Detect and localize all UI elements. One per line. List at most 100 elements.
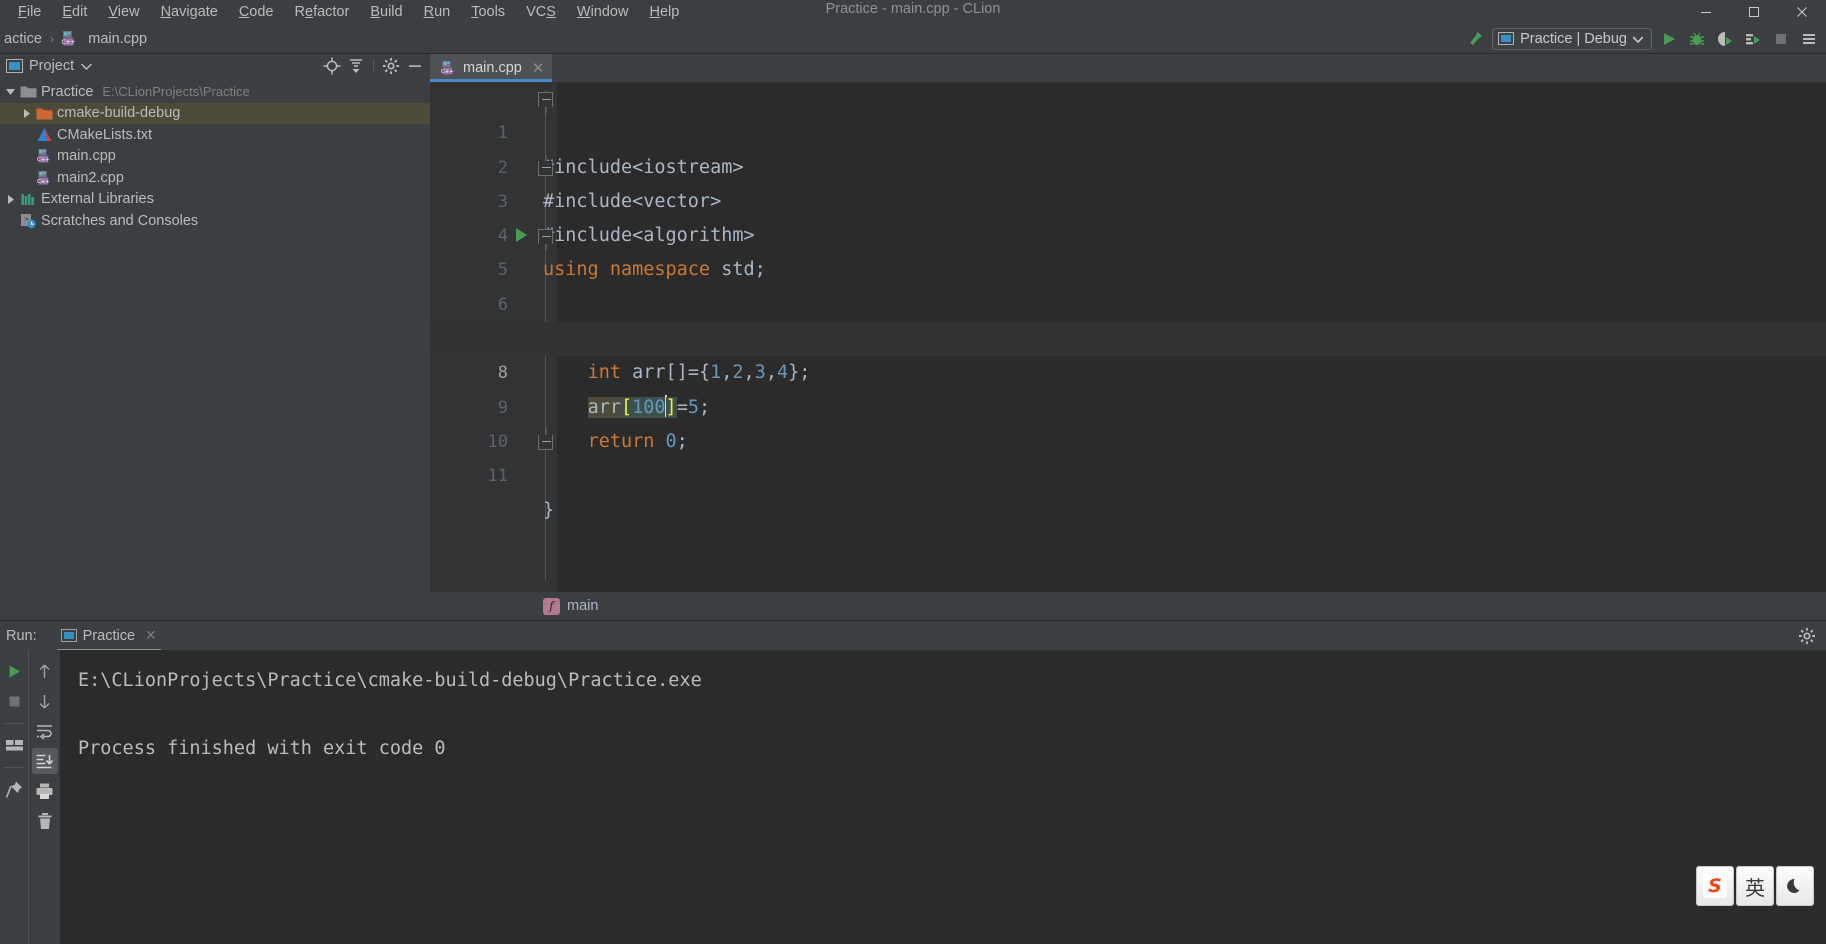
- fold-marker-open-icon[interactable]: [538, 229, 553, 245]
- hammer-icon[interactable]: [1464, 28, 1486, 50]
- menu-window-mnemonic: W: [576, 4, 591, 20]
- svg-text:C++: C++: [441, 69, 454, 75]
- console-output[interactable]: E:\CLionProjects\Practice\cmake-build-de…: [60, 650, 1826, 944]
- hide-icon[interactable]: [404, 55, 426, 77]
- menu-refactor-mnemonic: e: [304, 4, 314, 20]
- project-panel-title: Project: [29, 58, 75, 74]
- stop-icon[interactable]: [1770, 28, 1792, 50]
- chevron-down-icon: [1633, 35, 1643, 43]
- project-window-icon: [6, 58, 23, 74]
- code-line-10: 10: [430, 391, 1826, 452]
- collapsed-arrow-icon[interactable]: [18, 108, 34, 119]
- down-arrow-icon[interactable]: [32, 688, 58, 714]
- editor-tab-main-cpp[interactable]: C++ main.cpp ✕: [430, 54, 553, 82]
- code-editor[interactable]: 1 #include<iostream> 2 #include<vector> …: [430, 82, 1826, 620]
- layout-icon[interactable]: [1, 732, 27, 758]
- menu-tools-rest: ools: [478, 4, 506, 20]
- menu-navigate[interactable]: Navigate: [151, 2, 228, 22]
- rerun-icon[interactable]: [1, 658, 27, 684]
- run-right-toolbar: [28, 650, 60, 944]
- cpp-file-icon: C++: [34, 148, 54, 164]
- menu-view-rest: iew: [117, 4, 140, 20]
- run-tab-practice[interactable]: Practice ✕: [55, 621, 163, 651]
- gear-icon[interactable]: [1796, 625, 1818, 647]
- menu-vcs[interactable]: VCS: [516, 2, 566, 22]
- tree-label-external-libraries: External Libraries: [41, 191, 154, 208]
- fold-marker-open-icon[interactable]: [538, 92, 553, 107]
- run-with-coverage-icon[interactable]: [1714, 28, 1736, 50]
- menu-vcs-mnemonic: S: [546, 4, 556, 20]
- sogou-logo-icon: S: [1703, 874, 1727, 898]
- pin-icon[interactable]: [1, 776, 27, 802]
- tree-node-scratches[interactable]: >_ Scratches and Consoles: [0, 210, 430, 232]
- ime-mode-label: 英: [1745, 875, 1765, 900]
- search-everywhere-icon[interactable]: [1798, 28, 1820, 50]
- folder-orange-icon: [34, 106, 54, 121]
- run-configuration-selector[interactable]: Practice | Debug: [1492, 28, 1652, 50]
- settings-icon[interactable]: [380, 55, 402, 77]
- menu-refactor[interactable]: Refactor: [285, 2, 360, 22]
- fold-marker-close-icon[interactable]: [538, 160, 553, 176]
- menu-run[interactable]: Run: [414, 2, 461, 22]
- menu-file[interactable]: File: [8, 2, 51, 22]
- divider: [4, 723, 24, 724]
- ime-mode-button[interactable]: 英: [1736, 866, 1774, 906]
- maximize-button[interactable]: [1730, 0, 1778, 24]
- editor-breadcrumb-label[interactable]: main: [567, 598, 598, 614]
- cpp-file-icon: C++: [58, 28, 80, 50]
- menu-help-mnemonic: H: [649, 4, 660, 20]
- console-scrollbar[interactable]: [1813, 680, 1826, 944]
- close-icon[interactable]: ✕: [145, 627, 157, 644]
- minimize-button[interactable]: [1682, 0, 1730, 24]
- tree-node-cmake-build-debug[interactable]: cmake-build-debug: [0, 102, 430, 124]
- menu-edit[interactable]: Edit: [52, 2, 97, 22]
- menu-view[interactable]: View: [98, 2, 149, 22]
- menu-window[interactable]: Window: [567, 2, 639, 22]
- code-line-5: 5 int main(): [430, 219, 1826, 349]
- cmake-icon: [34, 127, 54, 143]
- ime-logo-button[interactable]: S: [1696, 866, 1734, 906]
- profile-icon[interactable]: [1742, 28, 1764, 50]
- tree-node-cmakelists[interactable]: CMakeLists.txt: [0, 124, 430, 146]
- close-button[interactable]: [1778, 0, 1826, 24]
- locate-icon[interactable]: [321, 55, 343, 77]
- ime-moon-button[interactable]: [1776, 866, 1814, 906]
- main-toolbar: Practice | Debug: [1464, 24, 1820, 54]
- menu-help[interactable]: Help: [639, 2, 689, 22]
- run-tool-window: Run: Practice ✕ E:\CLionProjects\Practic…: [0, 620, 1826, 944]
- collapsed-arrow-icon[interactable]: [2, 194, 18, 205]
- chevron-down-icon[interactable]: [81, 62, 93, 70]
- code-line-2: 2 #include<vector>: [430, 116, 1826, 212]
- up-arrow-icon[interactable]: [32, 658, 58, 684]
- run-gutter-icon[interactable]: [516, 228, 527, 243]
- collapse-all-icon[interactable]: [345, 55, 367, 77]
- debug-icon[interactable]: [1686, 28, 1708, 50]
- breadcrumb-project[interactable]: actice: [0, 30, 46, 48]
- menu-build[interactable]: Build: [360, 2, 412, 22]
- tree-node-external-libraries[interactable]: External Libraries: [0, 189, 430, 211]
- line-number: 11: [487, 466, 508, 487]
- menu-edit-mnemonic: E: [62, 4, 73, 20]
- menu-tools[interactable]: Tools: [461, 2, 515, 22]
- tree-label-cmake-build-debug: cmake-build-debug: [57, 105, 181, 122]
- editor-tab-bar: C++ main.cpp ✕: [430, 54, 1826, 82]
- soft-wrap-icon[interactable]: [32, 718, 58, 744]
- tree-node-main-cpp[interactable]: C++ main.cpp: [0, 146, 430, 168]
- tree-node-main2-cpp[interactable]: C++ main2.cpp: [0, 167, 430, 189]
- navigation-bar: actice › C++ main.cpp Practice | Debug: [0, 24, 1826, 54]
- run-icon[interactable]: [1658, 28, 1680, 50]
- libraries-icon: [18, 192, 38, 207]
- stop-icon[interactable]: [1, 688, 27, 714]
- close-icon[interactable]: ✕: [532, 59, 545, 77]
- code-line-11: 11 }: [430, 425, 1826, 521]
- window-controls: [1682, 0, 1826, 24]
- expanded-arrow-icon[interactable]: [2, 86, 18, 97]
- fold-marker-close-icon[interactable]: [538, 434, 553, 450]
- breadcrumb-file[interactable]: main.cpp: [84, 30, 151, 48]
- trash-icon[interactable]: [32, 808, 58, 834]
- scroll-to-end-icon[interactable]: [31, 748, 58, 774]
- tree-node-practice[interactable]: Practice E:\CLionProjects\Practice: [0, 81, 430, 103]
- menu-code[interactable]: Code: [229, 2, 284, 22]
- menu-run-rest: un: [434, 4, 451, 20]
- print-icon[interactable]: [32, 778, 58, 804]
